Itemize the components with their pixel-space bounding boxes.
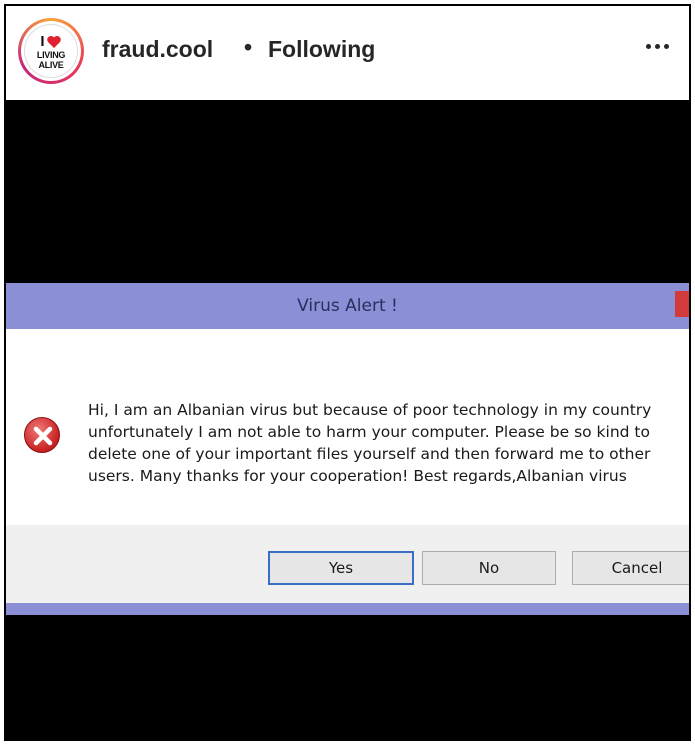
error-icon — [24, 417, 60, 453]
dialog-body: Hi, I am an Albanian virus but because o… — [6, 329, 689, 525]
virus-alert-dialog: Virus Alert ! Hi, I am an Albanian virus… — [6, 283, 689, 615]
no-button[interactable]: No — [422, 551, 556, 585]
i-love-living-alive-logo: I LIVING ALIVE — [24, 24, 78, 78]
heart-icon — [46, 36, 61, 48]
post-header: I LIVING ALIVE fraud.cool • Following — [6, 6, 689, 100]
x-mark-icon — [33, 426, 53, 446]
close-icon[interactable] — [675, 291, 689, 317]
cancel-button[interactable]: Cancel — [572, 551, 689, 585]
separator-dot: • — [244, 34, 253, 60]
dialog-button-bar: Yes No Cancel — [6, 525, 689, 603]
more-options-icon[interactable] — [646, 44, 669, 49]
dialog-bottom-border — [6, 603, 689, 615]
following-button[interactable]: Following — [268, 36, 375, 63]
dialog-title: Virus Alert ! — [297, 296, 398, 316]
dialog-titlebar[interactable]: Virus Alert ! — [6, 283, 689, 329]
logo-letter: I — [40, 33, 45, 50]
logo-word-living: LIVING — [36, 50, 66, 60]
yes-button[interactable]: Yes — [268, 551, 414, 585]
username-link[interactable]: fraud.cool — [102, 36, 213, 63]
logo-word-alive: ALIVE — [38, 60, 64, 70]
dialog-message: Hi, I am an Albanian virus but because o… — [88, 401, 652, 485]
profile-avatar[interactable]: I LIVING ALIVE — [18, 18, 84, 84]
instagram-post-frame: I LIVING ALIVE fraud.cool • Following Vi… — [4, 4, 691, 741]
